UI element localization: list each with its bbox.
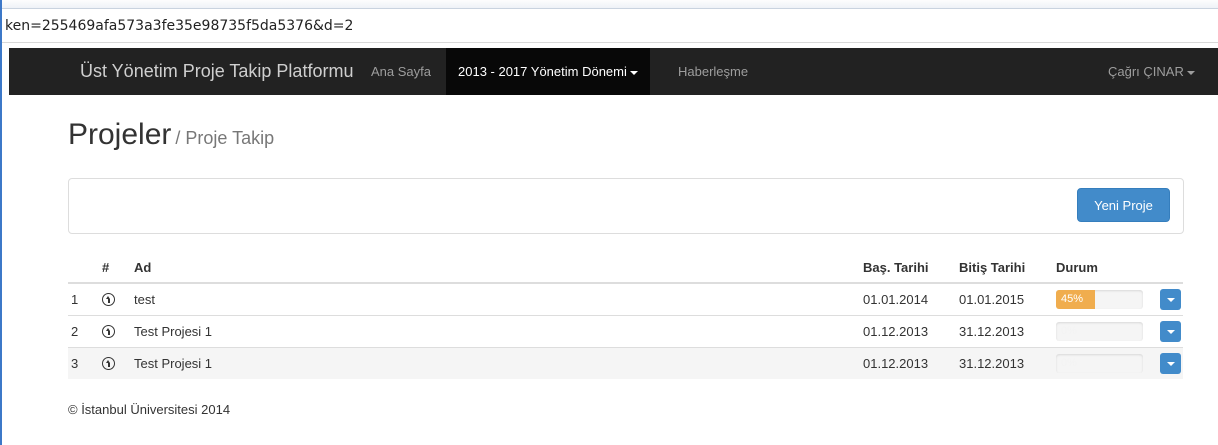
new-project-button[interactable]: Yeni Proje xyxy=(1077,188,1170,222)
browser-toolbar-edge xyxy=(2,0,1218,9)
page-subheading: / Proje Takip xyxy=(175,128,275,148)
row-actions-dropdown[interactable] xyxy=(1160,321,1181,342)
footer-copyright: © İstanbul Üniversitesi 2014 xyxy=(68,402,231,417)
progress-fill: 0% xyxy=(1061,357,1077,369)
page-heading: Projeler xyxy=(68,118,172,151)
address-bar[interactable]: ken=255469afa573a3fe35e98735f5da5376&d=2 xyxy=(2,0,1218,43)
progress-fill: 0% xyxy=(1061,325,1077,337)
nav-home[interactable]: Ana Sayfa xyxy=(371,48,431,95)
table-row: 3 Test Projesi 1 01.12.2013 31.12.2013 0… xyxy=(68,347,1183,379)
circle-arrow-up-icon[interactable] xyxy=(102,292,115,306)
window-edge xyxy=(0,0,2,445)
row-actions-dropdown[interactable] xyxy=(1160,353,1181,374)
row-number: 3 xyxy=(68,347,102,379)
top-navbar: Üst Yönetim Proje Takip Platformu Ana Sa… xyxy=(9,48,1218,95)
table-row: 1 test 01.01.2014 01.01.2015 45% xyxy=(68,282,1183,316)
col-header-name: Ad xyxy=(120,253,863,284)
col-header-actions xyxy=(1160,253,1183,284)
row-number: 1 xyxy=(68,282,102,316)
col-header-num xyxy=(68,253,102,284)
toolbar-panel: Yeni Proje xyxy=(68,178,1184,234)
nav-period-label: 2013 - 2017 Yönetim Dönemi xyxy=(458,64,627,79)
page-title: Projeler / Proje Takip xyxy=(68,118,274,152)
progress-fill: 45% xyxy=(1056,290,1096,309)
user-name: Çağrı ÇINAR xyxy=(1108,64,1184,79)
end-date: 01.01.2015 xyxy=(959,282,1056,316)
circle-arrow-up-icon[interactable] xyxy=(102,324,115,338)
url-text[interactable]: ken=255469afa573a3fe35e98735f5da5376&d=2 xyxy=(5,18,353,34)
nav-messaging[interactable]: Haberleşme xyxy=(678,48,748,95)
projects-table: # Ad Baş. Tarihi Bitiş Tarihi Durum 1 te… xyxy=(68,253,1183,379)
start-date: 01.12.2013 xyxy=(863,347,959,379)
project-name[interactable]: Test Projesi 1 xyxy=(120,347,863,379)
caret-down-icon xyxy=(1186,70,1195,75)
end-date: 31.12.2013 xyxy=(959,315,1056,348)
progress-bar: 0% xyxy=(1056,322,1143,341)
table-header-row: # Ad Baş. Tarihi Bitiş Tarihi Durum xyxy=(68,253,1183,284)
end-date: 31.12.2013 xyxy=(959,347,1056,379)
progress-bar: 45% xyxy=(1056,290,1143,309)
progress-bar: 0% xyxy=(1056,354,1143,373)
brand-link[interactable]: Üst Yönetim Proje Takip Platformu xyxy=(80,48,353,95)
start-date: 01.01.2014 xyxy=(863,282,959,316)
start-date: 01.12.2013 xyxy=(863,315,959,348)
circle-arrow-up-icon[interactable] xyxy=(102,356,115,370)
row-actions-dropdown[interactable] xyxy=(1160,289,1181,310)
table-row: 2 Test Projesi 1 01.12.2013 31.12.2013 0… xyxy=(68,315,1183,348)
caret-down-icon xyxy=(629,70,638,75)
nav-period-dropdown[interactable]: 2013 - 2017 Yönetim Dönemi xyxy=(446,48,650,95)
row-number: 2 xyxy=(68,315,102,348)
col-header-start: Baş. Tarihi xyxy=(863,253,959,284)
project-name[interactable]: test xyxy=(120,282,863,316)
user-menu-dropdown[interactable]: Çağrı ÇINAR xyxy=(1108,48,1195,95)
col-header-hash: # xyxy=(102,253,120,284)
project-name[interactable]: Test Projesi 1 xyxy=(120,315,863,348)
col-header-status: Durum xyxy=(1056,253,1160,284)
col-header-end: Bitiş Tarihi xyxy=(959,253,1056,284)
